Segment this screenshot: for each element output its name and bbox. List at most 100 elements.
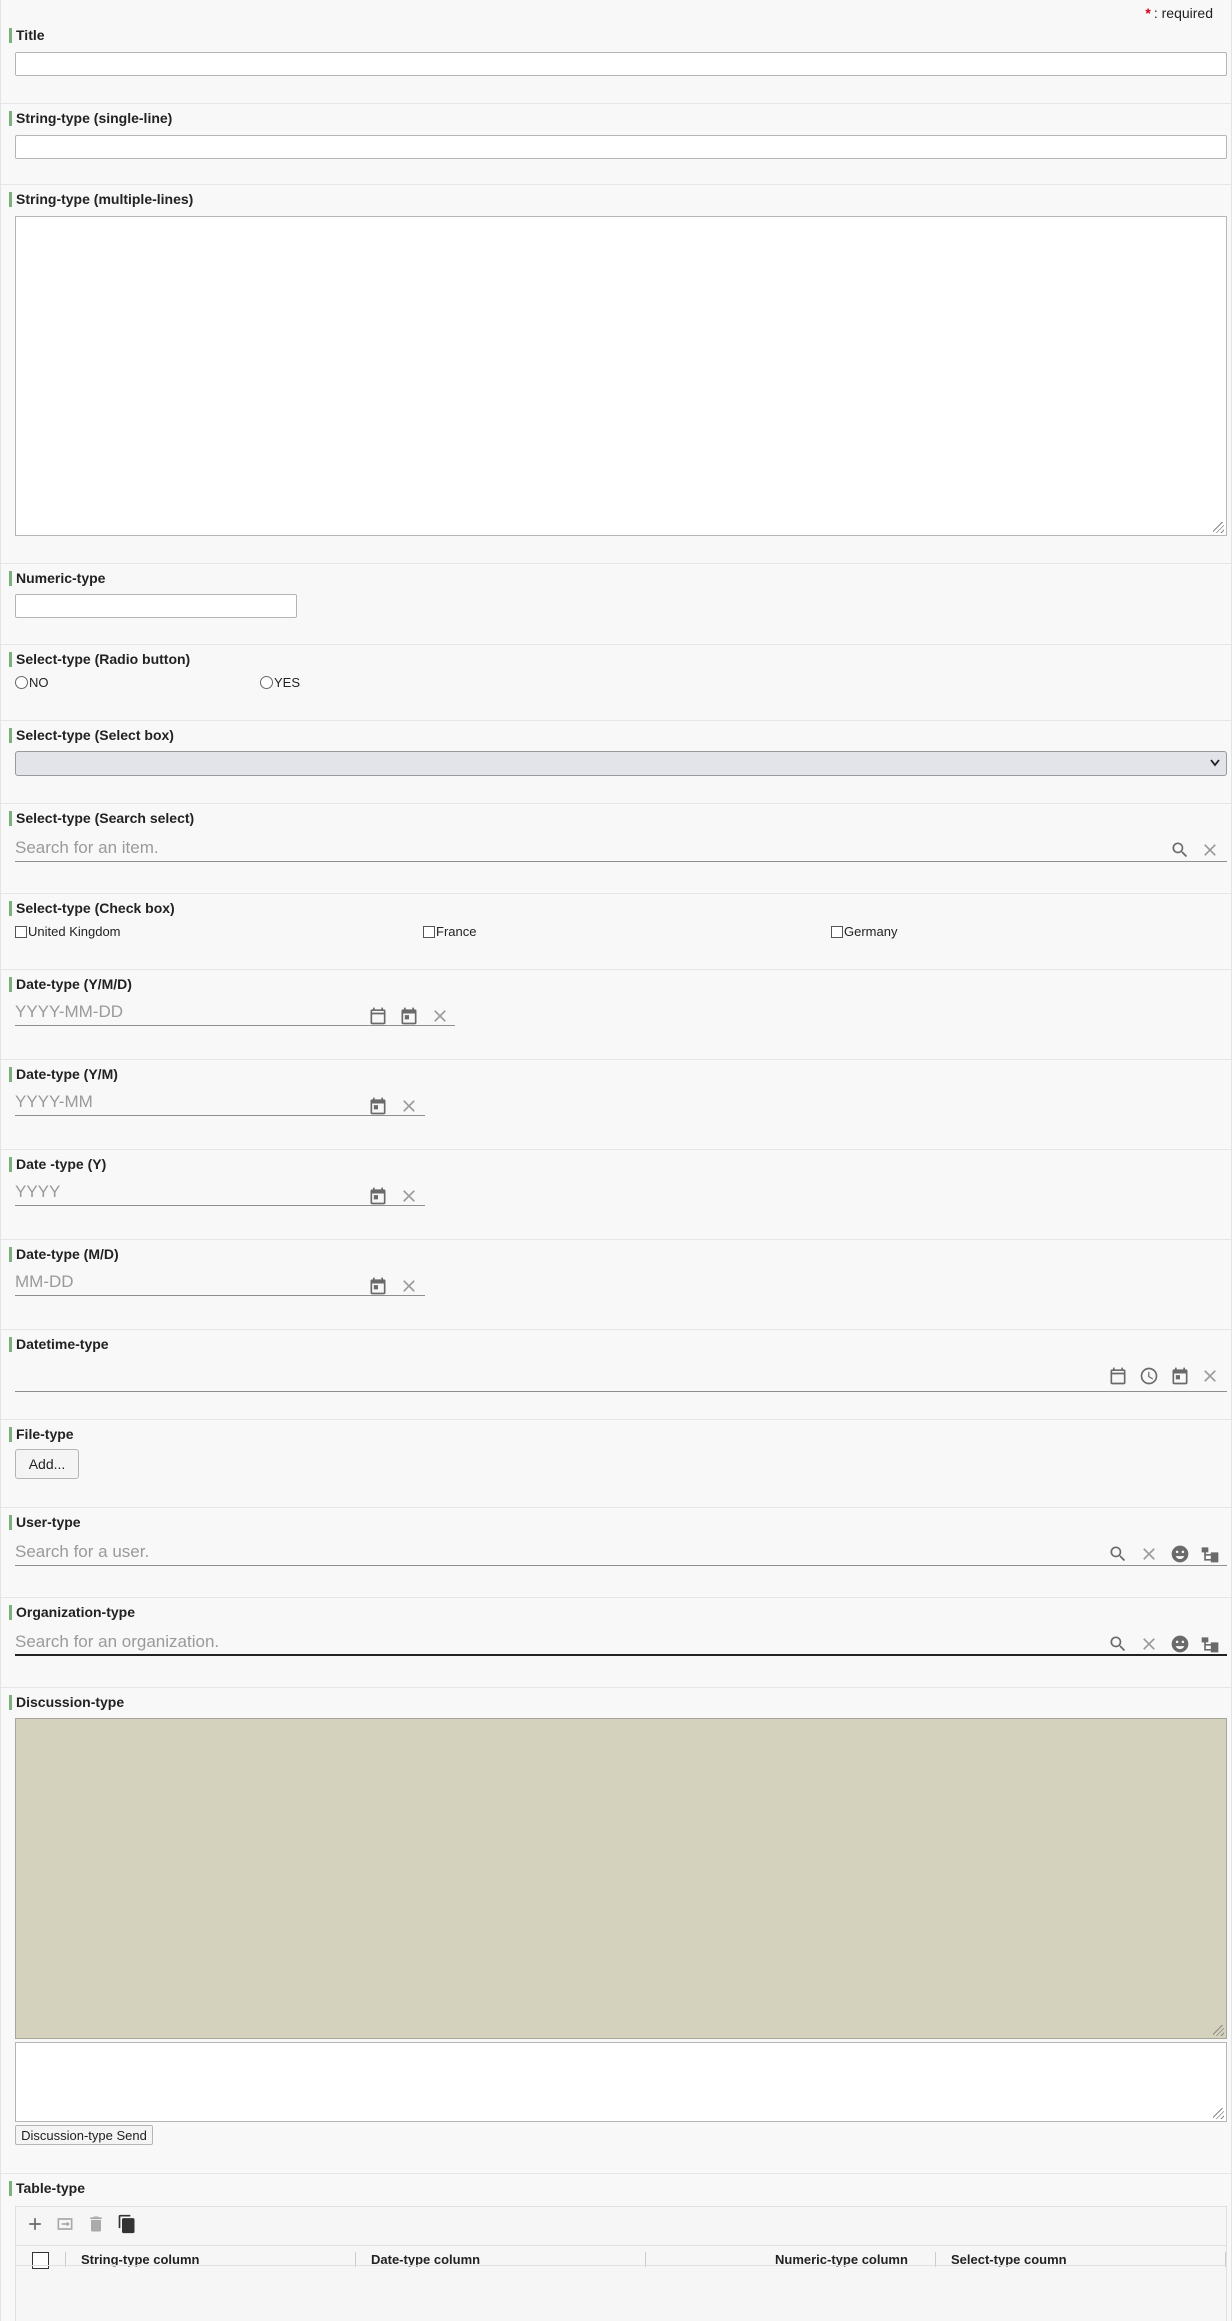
calendar-today-icon[interactable] bbox=[367, 1095, 389, 1117]
search-icon[interactable] bbox=[1169, 839, 1191, 861]
close-icon[interactable] bbox=[429, 1005, 451, 1027]
radio-option-label: NO bbox=[29, 675, 49, 690]
divider bbox=[1, 1419, 1232, 1420]
divider bbox=[1, 1329, 1232, 1330]
resize-grip[interactable] bbox=[1213, 2108, 1224, 2119]
org-search-input[interactable]: Search for an organization. bbox=[15, 1630, 1227, 1656]
face-icon[interactable] bbox=[1169, 1633, 1191, 1655]
calendar-today-icon[interactable] bbox=[367, 1185, 389, 1207]
close-icon[interactable] bbox=[1199, 1365, 1221, 1387]
date-ymd-label: Date-type (Y/M/D) bbox=[9, 977, 132, 992]
clock-icon[interactable] bbox=[1138, 1365, 1160, 1387]
divider bbox=[1, 2173, 1232, 2174]
numeric-label: Numeric-type bbox=[9, 571, 105, 586]
search-icon[interactable] bbox=[1107, 1633, 1129, 1655]
trash-icon[interactable] bbox=[85, 2213, 107, 2235]
search-select-input[interactable]: Search for an item. bbox=[15, 836, 1227, 862]
calendar-today-icon[interactable] bbox=[1169, 1365, 1191, 1387]
copy-icon[interactable] bbox=[116, 2213, 138, 2235]
form-frame: *: required Title String-type (single-li… bbox=[0, 0, 1232, 2321]
file-add-button[interactable]: Add... bbox=[15, 1449, 79, 1479]
numeric-input[interactable] bbox=[15, 594, 297, 618]
divider bbox=[1, 720, 1232, 721]
divider bbox=[1, 563, 1232, 564]
date-md-input[interactable]: MM-DD bbox=[15, 1270, 425, 1296]
table-header-bottom-border bbox=[15, 2265, 1227, 2266]
select-all-checkbox[interactable] bbox=[32, 2252, 49, 2269]
checkbox[interactable] bbox=[15, 925, 27, 938]
org-label: Organization-type bbox=[9, 1605, 135, 1620]
resize-grip[interactable] bbox=[1213, 2025, 1224, 2036]
divider bbox=[1, 184, 1232, 185]
discussion-label: Discussion-type bbox=[9, 1695, 124, 1710]
user-search-input[interactable]: Search for a user. bbox=[15, 1540, 1227, 1566]
close-icon[interactable] bbox=[398, 1185, 420, 1207]
divider bbox=[1, 893, 1232, 894]
date-ym-input[interactable]: YYYY-MM bbox=[15, 1090, 425, 1116]
select-box[interactable] bbox=[15, 751, 1227, 776]
divider bbox=[1, 1507, 1232, 1508]
string-single-input[interactable] bbox=[15, 135, 1227, 159]
search-icon[interactable] bbox=[1107, 1543, 1129, 1565]
divider bbox=[1, 1059, 1232, 1060]
checkbox[interactable] bbox=[831, 925, 843, 938]
search-select-label: Select-type (Search select) bbox=[9, 811, 194, 826]
checkbox-option-germany[interactable]: Germany bbox=[831, 924, 897, 939]
required-text: : required bbox=[1153, 5, 1213, 21]
close-icon[interactable] bbox=[398, 1095, 420, 1117]
divider bbox=[1, 1149, 1232, 1150]
divider bbox=[1, 1239, 1232, 1240]
checkbox-option-label: United Kingdom bbox=[28, 924, 121, 939]
user-label: User-type bbox=[9, 1515, 81, 1530]
close-icon[interactable] bbox=[1199, 839, 1221, 861]
divider bbox=[1, 969, 1232, 970]
file-label: File-type bbox=[9, 1427, 74, 1442]
date-ymd-input[interactable]: YYYY-MM-DD bbox=[15, 1000, 455, 1026]
checkbox-option-label: Germany bbox=[844, 924, 898, 939]
calendar-today-icon[interactable] bbox=[398, 1005, 420, 1027]
face-icon[interactable] bbox=[1169, 1543, 1191, 1565]
title-input[interactable] bbox=[15, 52, 1227, 76]
radio-option-no[interactable]: NO bbox=[15, 675, 49, 690]
divider bbox=[1, 1597, 1232, 1598]
date-md-label: Date-type (M/D) bbox=[9, 1247, 119, 1262]
string-multi-textarea[interactable] bbox=[15, 216, 1227, 536]
title-label: Title bbox=[9, 28, 45, 43]
checkbox-option-uk[interactable]: United Kingdom bbox=[15, 924, 121, 939]
radio-circle[interactable] bbox=[260, 676, 273, 689]
insert-row-icon[interactable] bbox=[54, 2213, 76, 2235]
close-icon[interactable] bbox=[1138, 1543, 1160, 1565]
divider bbox=[1, 103, 1232, 104]
table-header-top-border bbox=[15, 2245, 1227, 2246]
org-tree-icon[interactable] bbox=[1199, 1543, 1221, 1565]
datetime-input[interactable] bbox=[15, 1366, 1227, 1392]
discussion-log bbox=[15, 1718, 1227, 2039]
radio-option-label: YES bbox=[274, 675, 301, 690]
checkbox-option-france[interactable]: France bbox=[423, 924, 476, 939]
calendar-icon[interactable] bbox=[1107, 1365, 1129, 1387]
org-tree-icon[interactable] bbox=[1199, 1633, 1221, 1655]
string-multi-label: String-type (multiple-lines) bbox=[9, 192, 193, 207]
string-single-label: String-type (single-line) bbox=[9, 111, 172, 126]
calendar-icon[interactable] bbox=[367, 1005, 389, 1027]
divider bbox=[1, 1687, 1232, 1688]
date-ym-label: Date-type (Y/M) bbox=[9, 1067, 118, 1082]
divider bbox=[1, 803, 1232, 804]
date-y-input[interactable]: YYYY bbox=[15, 1180, 425, 1206]
radio-circle[interactable] bbox=[15, 676, 28, 689]
discussion-textarea[interactable] bbox=[15, 2042, 1227, 2122]
radio-option-yes[interactable]: YES bbox=[260, 675, 300, 690]
required-star: * bbox=[1145, 5, 1151, 21]
required-note: *: required bbox=[1145, 5, 1213, 21]
divider bbox=[1, 644, 1232, 645]
close-icon[interactable] bbox=[398, 1275, 420, 1297]
date-y-label: Date -type (Y) bbox=[9, 1157, 106, 1172]
resize-grip[interactable] bbox=[1213, 522, 1224, 533]
checkbox[interactable] bbox=[423, 925, 435, 938]
plus-icon[interactable] bbox=[24, 2213, 46, 2235]
close-icon[interactable] bbox=[1138, 1633, 1160, 1655]
discussion-send-button[interactable]: Discussion-type Send bbox=[15, 2125, 153, 2145]
checkbox-option-label: France bbox=[436, 924, 477, 939]
checkbox-label: Select-type (Check box) bbox=[9, 901, 175, 916]
calendar-today-icon[interactable] bbox=[367, 1275, 389, 1297]
